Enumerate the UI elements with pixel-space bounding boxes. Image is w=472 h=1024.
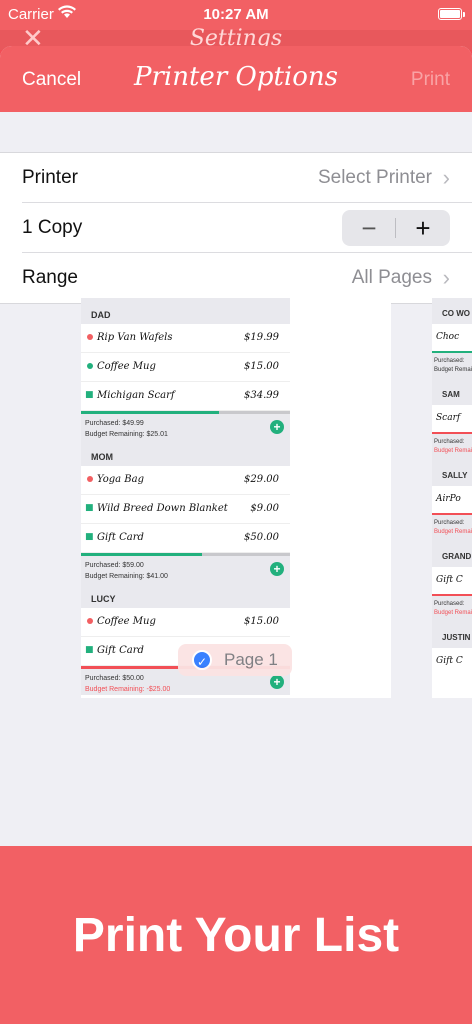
list-item: Yoga Bag $29.00 — [81, 466, 290, 495]
status-dot-icon — [87, 363, 93, 369]
chevron-right-icon: › — [442, 265, 450, 290]
list-item: AirPo — [436, 494, 461, 504]
section-header: GRAND — [432, 541, 472, 567]
item-price: $15.00 — [244, 616, 279, 627]
item-price: $34.99 — [244, 390, 279, 401]
item-name: Coffee Mug — [97, 361, 156, 372]
budget-remaining: Budget Remaining: $25.01 — [85, 431, 168, 438]
checkmark-icon: ✓ — [192, 650, 212, 670]
copies-stepper: − + — [342, 210, 450, 246]
list-item: ■ Michigan Scarf $34.99 — [81, 382, 290, 411]
status-dot-icon — [87, 334, 93, 340]
list-item: Rip Van Wafels $19.99 — [81, 324, 290, 353]
item-price: $29.00 — [244, 474, 279, 485]
purchased-total: Purchased: — [434, 358, 465, 364]
banner-text: Print Your List — [72, 909, 400, 962]
budget-remaining: Budget Remaining: -$25.00 — [85, 686, 171, 693]
budget-remaining: Budget Remaining: — [434, 367, 472, 373]
chevron-right-icon: › — [442, 165, 450, 190]
list-item: Coffee Mug $15.00 — [81, 608, 290, 637]
printer-value: Select Printer — [317, 167, 432, 188]
decrement-button[interactable]: − — [342, 210, 396, 246]
section-summary: Purchased: Budget Remaining: — [432, 596, 472, 622]
gift-icon: ■ — [85, 645, 94, 655]
increment-button[interactable]: + — [396, 210, 450, 246]
status-dot-icon — [87, 618, 93, 624]
item-price: $9.00 — [250, 503, 279, 514]
gift-icon: ■ — [85, 532, 94, 542]
gift-icon: ■ — [85, 503, 94, 513]
gift-list-preview: DAD Rip Van Wafels $19.99 Coffee Mug $15.00 ■… — [81, 298, 290, 698]
section-header: JUSTIN — [432, 622, 472, 648]
clock: 10:27 AM — [203, 6, 269, 23]
section-header: MOM — [81, 440, 290, 466]
item-name: Gift Card — [97, 645, 144, 656]
purchased-total: Purchased: — [434, 520, 465, 526]
budget-remaining: Budget Remaining: — [434, 529, 472, 535]
section-header: SAM — [432, 379, 472, 405]
section-summary: Purchased: Budget Remaining: — [432, 353, 472, 379]
add-item-icon: + — [270, 675, 284, 689]
navigation-bar: Cancel Printer Options Print — [0, 46, 472, 112]
add-item-icon: + — [270, 420, 284, 434]
range-row[interactable]: Range All Pages › — [22, 253, 472, 303]
battery-icon — [438, 8, 462, 20]
item-price: $50.00 — [244, 532, 279, 543]
item-name: Michigan Scarf — [97, 390, 175, 401]
section-summary: Purchased: $59.00 Budget Remaining: $41.0… — [81, 556, 290, 582]
list-item: Gift C — [436, 575, 463, 585]
printer-label: Printer — [22, 167, 78, 188]
list-item: ■ Gift Card $50.00 — [81, 524, 290, 553]
range-label: Range — [22, 267, 78, 288]
purchased-total: Purchased: — [434, 439, 465, 445]
page-1-preview[interactable]: DAD Rip Van Wafels $19.99 Coffee Mug $15.00 ■… — [81, 298, 391, 698]
copies-row: 1 Copy − + — [22, 203, 472, 253]
section-summary: Purchased: Budget Remaining: — [432, 515, 472, 541]
list-item: Choc — [436, 332, 460, 342]
section-header: LUCY — [81, 582, 290, 608]
budget-remaining: Budget Remaining: — [434, 610, 472, 616]
gift-icon: ■ — [85, 390, 94, 400]
battery-tip — [463, 12, 465, 17]
purchased-total: Purchased: — [434, 601, 465, 607]
print-your-list-banner: Print Your List — [0, 846, 472, 1024]
purchased-total: Purchased: $49.99 — [85, 420, 144, 427]
page-selected-badge: ✓ Page 1 — [178, 644, 292, 676]
section-summary: Purchased: $49.99 Budget Remaining: $25.0… — [81, 414, 290, 440]
budget-remaining: Budget Remaining: $41.00 — [85, 573, 168, 580]
add-item-icon: + — [270, 562, 284, 576]
item-name: Yoga Bag — [97, 474, 145, 485]
options-list: Printer Select Printer › 1 Copy − + Rang… — [0, 152, 472, 304]
list-item: Coffee Mug $15.00 — [81, 353, 290, 382]
list-item: ■ Wild Breed Down Blanket $9.00 — [81, 495, 290, 524]
copies-label: 1 Copy — [22, 217, 83, 238]
item-name: Rip Van Wafels — [97, 332, 173, 343]
purchased-total: Purchased: $59.00 — [85, 562, 144, 569]
section-summary: Purchased: Budget Remaining: — [432, 434, 472, 460]
list-item: Gift C — [436, 656, 463, 666]
item-price: $19.99 — [244, 332, 279, 343]
page-2-preview[interactable]: CO WO Choc Purchased: Budget Remaining: SAM S… — [432, 298, 472, 698]
list-item: Scarf — [436, 413, 461, 423]
printer-row[interactable]: Printer Select Printer › — [22, 153, 472, 203]
page-title: Printer Options — [134, 62, 338, 92]
section-header: DAD — [81, 298, 290, 324]
status-dot-icon — [87, 476, 93, 482]
section-header: SALLY — [432, 460, 472, 486]
item-name: Wild Breed Down Blanket — [97, 503, 228, 514]
item-name: Gift Card — [97, 532, 144, 543]
item-price: $15.00 — [244, 361, 279, 372]
range-value: All Pages — [351, 267, 432, 288]
section-header: CO WO — [432, 298, 472, 324]
page-label: Page 1 — [224, 650, 278, 669]
print-button[interactable]: Print — [411, 69, 450, 91]
item-name: Coffee Mug — [97, 616, 156, 627]
budget-remaining: Budget Remaining: — [434, 448, 472, 454]
